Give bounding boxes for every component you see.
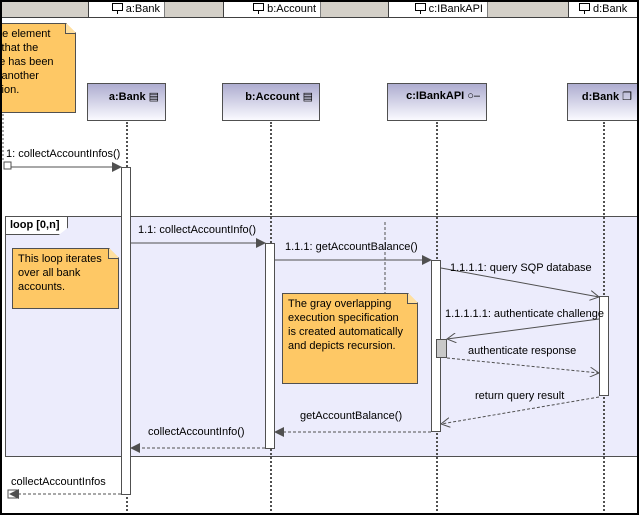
message-label-collectaccountinfos-reply[interactable]: collectAccountInfos (11, 476, 106, 488)
message-label-collectaccountinfo-reply[interactable]: collectAccountInfo() (148, 426, 245, 438)
message-label-getaccountbalance-reply[interactable]: getAccountBalance() (300, 410, 402, 422)
sequence-diagram-canvas: a:Bank b:Account c:IBankAPI d:Bank loop … (2, 2, 637, 513)
found-message-start (3, 161, 12, 170)
message-label-1-1-1-1[interactable]: 1.1.1.1: query SQP database (450, 262, 592, 274)
message-label-authenticate-response[interactable]: authenticate response (468, 345, 576, 357)
message-label-1-1[interactable]: 1.1: collectAccountInfo() (138, 224, 256, 236)
reply-arrow-authenticate-response[interactable] (446, 357, 599, 373)
message-label-1[interactable]: 1: collectAccountInfos() (6, 148, 120, 160)
note-top-left[interactable]: ate element s that the ge has been y ano… (2, 23, 76, 113)
note-recursion[interactable]: The gray overlapping execution specifica… (282, 293, 418, 384)
message-label-return-query-result[interactable]: return query result (475, 390, 564, 402)
note-loop[interactable]: This loop iterates over all bank account… (12, 248, 119, 309)
message-label-1-1-1[interactable]: 1.1.1: getAccountBalance() (285, 241, 418, 253)
message-arrow-1-1-1-1-1[interactable] (447, 318, 600, 339)
message-label-1-1-1-1-1[interactable]: 1.1.1.1.1: authenticate challenge (445, 308, 604, 320)
